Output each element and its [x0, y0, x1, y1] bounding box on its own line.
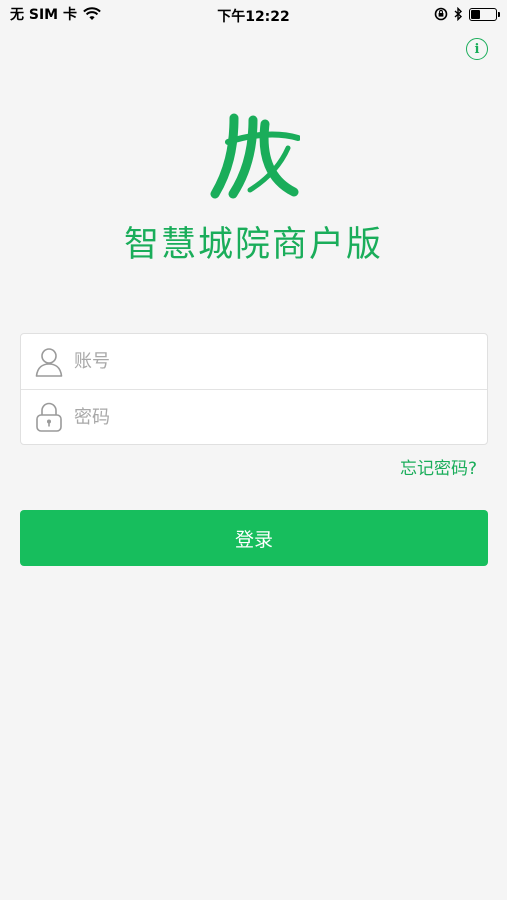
password-row[interactable]	[21, 389, 487, 444]
info-glyph: i	[474, 41, 480, 57]
status-right	[434, 7, 500, 21]
city-courtyard-logo	[210, 113, 300, 199]
account-row[interactable]	[21, 334, 487, 389]
app-title: 智慧城院商户版	[123, 225, 383, 265]
login-screen: 无 SIM 卡 下午12:22 i 智慧城院商户版 账号 忘记密码? 登录	[0, 0, 507, 900]
login-form	[20, 333, 488, 445]
user-icon	[35, 347, 63, 377]
bluetooth-icon	[454, 7, 463, 21]
account-input[interactable]	[74, 351, 454, 372]
lock-icon	[36, 402, 62, 432]
status-bar: 无 SIM 卡 下午12:22	[0, 0, 507, 28]
carrier-label: 无 SIM 卡	[10, 7, 77, 23]
login-button[interactable]: 登录	[20, 510, 488, 566]
orientation-lock-icon	[434, 7, 448, 21]
battery-fill	[471, 9, 481, 19]
info-icon[interactable]: i	[466, 38, 488, 60]
forgot-password-link[interactable]: 忘记密码?	[400, 454, 477, 479]
battery-icon	[469, 7, 500, 21]
password-input[interactable]	[74, 406, 454, 428]
wifi-icon	[83, 7, 101, 20]
status-left: 无 SIM 卡	[10, 4, 101, 24]
